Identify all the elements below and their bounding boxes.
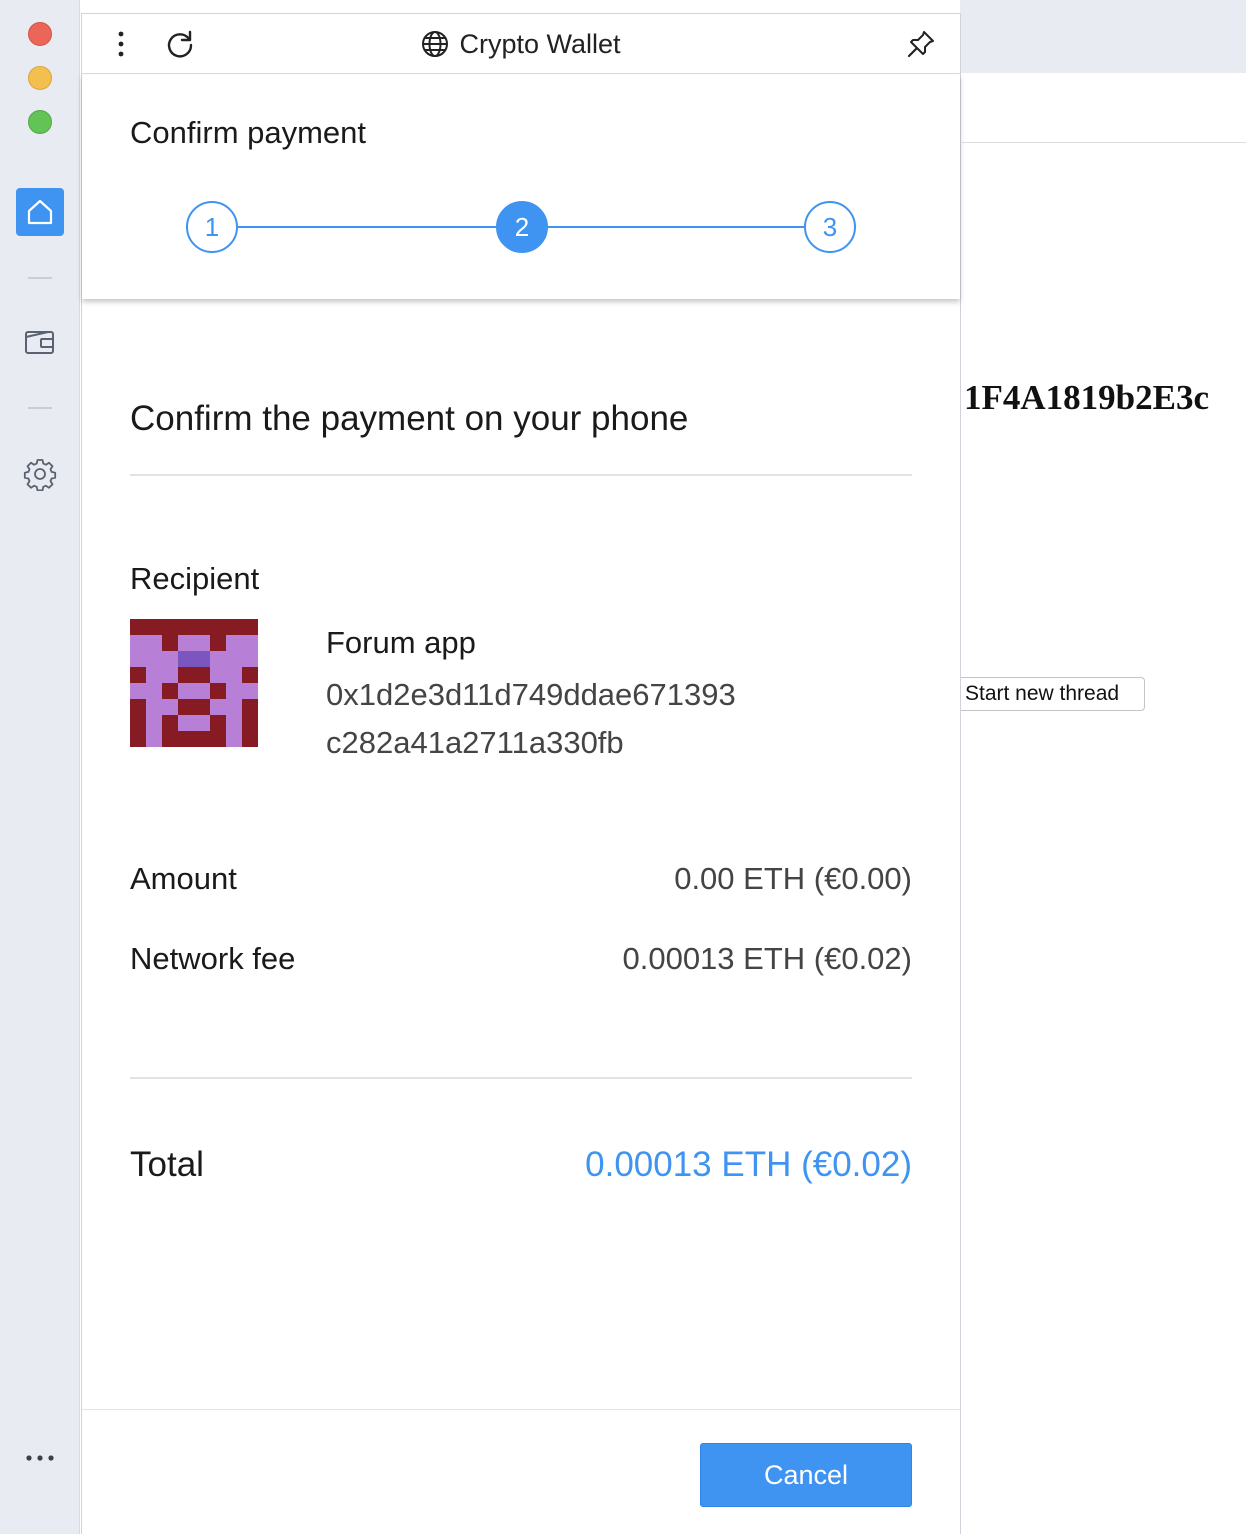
step-3: 3 xyxy=(804,201,856,253)
background-divider xyxy=(962,142,1246,143)
confirm-heading: Confirm the payment on your phone xyxy=(130,399,689,438)
amount-label: Amount xyxy=(130,861,237,896)
gear-icon xyxy=(23,459,57,491)
reload-icon xyxy=(167,30,193,58)
sidebar-item-settings[interactable] xyxy=(16,450,64,498)
network-fee-label: Network fee xyxy=(130,941,296,976)
total-label: Total xyxy=(130,1145,204,1184)
divider xyxy=(130,1077,912,1079)
sidebar-item-wallet[interactable] xyxy=(16,318,64,366)
recipient-avatar xyxy=(130,619,258,747)
menu-button[interactable] xyxy=(104,27,138,61)
more-vertical-icon xyxy=(118,31,124,57)
step-1: 1 xyxy=(186,201,238,253)
popup-titlebar: Crypto Wallet xyxy=(82,14,960,74)
amount-value: 0.00 ETH (€0.00) xyxy=(674,861,912,896)
step-2: 2 xyxy=(496,201,548,253)
reload-button[interactable] xyxy=(163,27,197,61)
popup-title: Crypto Wallet xyxy=(82,14,960,74)
maximize-window-button[interactable] xyxy=(28,110,52,134)
sidebar-item-home[interactable] xyxy=(16,188,64,236)
sidebar-divider xyxy=(28,407,52,409)
network-fee-value: 0.00013 ETH (€0.02) xyxy=(622,941,912,976)
stepper: 1 2 3 xyxy=(186,201,856,253)
wallet-icon xyxy=(25,331,54,354)
start-new-thread-button[interactable]: Start new thread xyxy=(958,677,1145,711)
cancel-button[interactable]: Cancel xyxy=(700,1443,912,1507)
wallet-popup: Crypto Wallet Confirm payment 1 2 3 Conf… xyxy=(81,13,961,1534)
sidebar-item-more[interactable] xyxy=(16,1434,64,1482)
payment-header: Confirm payment 1 2 3 xyxy=(82,75,960,299)
recipient-name: Forum app xyxy=(326,625,476,660)
minimize-window-button[interactable] xyxy=(28,66,52,90)
pin-icon xyxy=(907,31,934,58)
background-page-header xyxy=(960,0,1246,73)
total-value: 0.00013 ETH (€0.02) xyxy=(585,1145,912,1184)
sidebar-divider xyxy=(28,277,52,279)
page-title: Confirm payment xyxy=(130,115,367,150)
home-icon xyxy=(27,199,53,225)
popup-footer: Cancel xyxy=(82,1409,960,1534)
globe-icon xyxy=(422,31,449,57)
more-horizontal-icon xyxy=(26,1455,54,1461)
pin-button[interactable] xyxy=(904,27,938,61)
divider xyxy=(130,474,912,476)
recipient-address: 0x1d2e3d11d749ddae671393c282a41a2711a330… xyxy=(326,677,736,760)
background-address-text: 1F4A1819b2E3c xyxy=(964,378,1209,417)
recipient-label: Recipient xyxy=(130,561,260,596)
stepper-connector xyxy=(548,226,806,228)
window-title: Crypto Wallet xyxy=(459,28,621,59)
stepper-connector xyxy=(238,226,496,228)
close-window-button[interactable] xyxy=(28,22,52,46)
app-sidebar xyxy=(0,0,80,1534)
